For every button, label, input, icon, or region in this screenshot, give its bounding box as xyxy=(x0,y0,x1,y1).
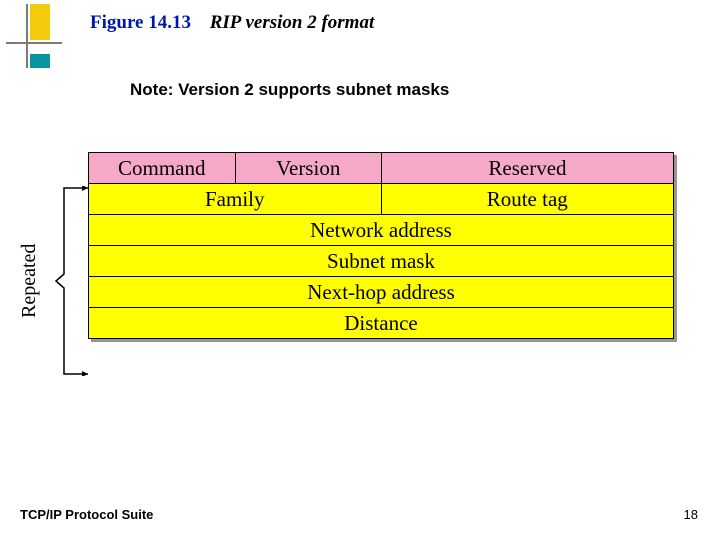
cell-subnet-mask: Subnet mask xyxy=(89,246,673,276)
cell-network-address: Network address xyxy=(89,215,673,245)
repeated-label: Repeated xyxy=(18,186,38,376)
cell-version: Version xyxy=(235,153,382,183)
slide-bullet-mark xyxy=(6,4,66,74)
repeated-bracket: Repeated xyxy=(22,186,88,376)
diagram-row-2: Family Route tag xyxy=(88,183,674,214)
mark-hline xyxy=(6,42,62,44)
diagram-row-1: Command Version Reserved xyxy=(88,152,674,183)
figure-heading: Figure 14.13 RIP version 2 format xyxy=(90,12,374,34)
note-text: Note: Version 2 supports subnet masks xyxy=(130,80,449,100)
brace-path xyxy=(56,188,74,374)
diagram-row-5: Next-hop address xyxy=(88,276,674,307)
cell-route-tag: Route tag xyxy=(381,184,674,214)
rip-format-diagram: Command Version Reserved Family Route ta… xyxy=(88,152,674,339)
figure-number: Figure 14.13 xyxy=(90,12,191,33)
diagram-row-3: Network address xyxy=(88,214,674,245)
bracket-svg xyxy=(44,186,88,376)
figure-title: RIP version 2 format xyxy=(210,12,375,33)
mark-vline xyxy=(26,4,28,68)
cell-command: Command xyxy=(89,153,235,183)
mark-teal xyxy=(30,54,50,68)
cell-family: Family xyxy=(89,184,381,214)
diagram-row-4: Subnet mask xyxy=(88,245,674,276)
cell-reserved: Reserved xyxy=(381,153,673,183)
mark-gold xyxy=(30,4,50,40)
cell-distance: Distance xyxy=(89,308,673,338)
page-number: 18 xyxy=(684,507,698,522)
footer-left: TCP/IP Protocol Suite xyxy=(20,507,153,522)
diagram-row-6: Distance xyxy=(88,307,674,339)
cell-nexthop-address: Next-hop address xyxy=(89,277,673,307)
